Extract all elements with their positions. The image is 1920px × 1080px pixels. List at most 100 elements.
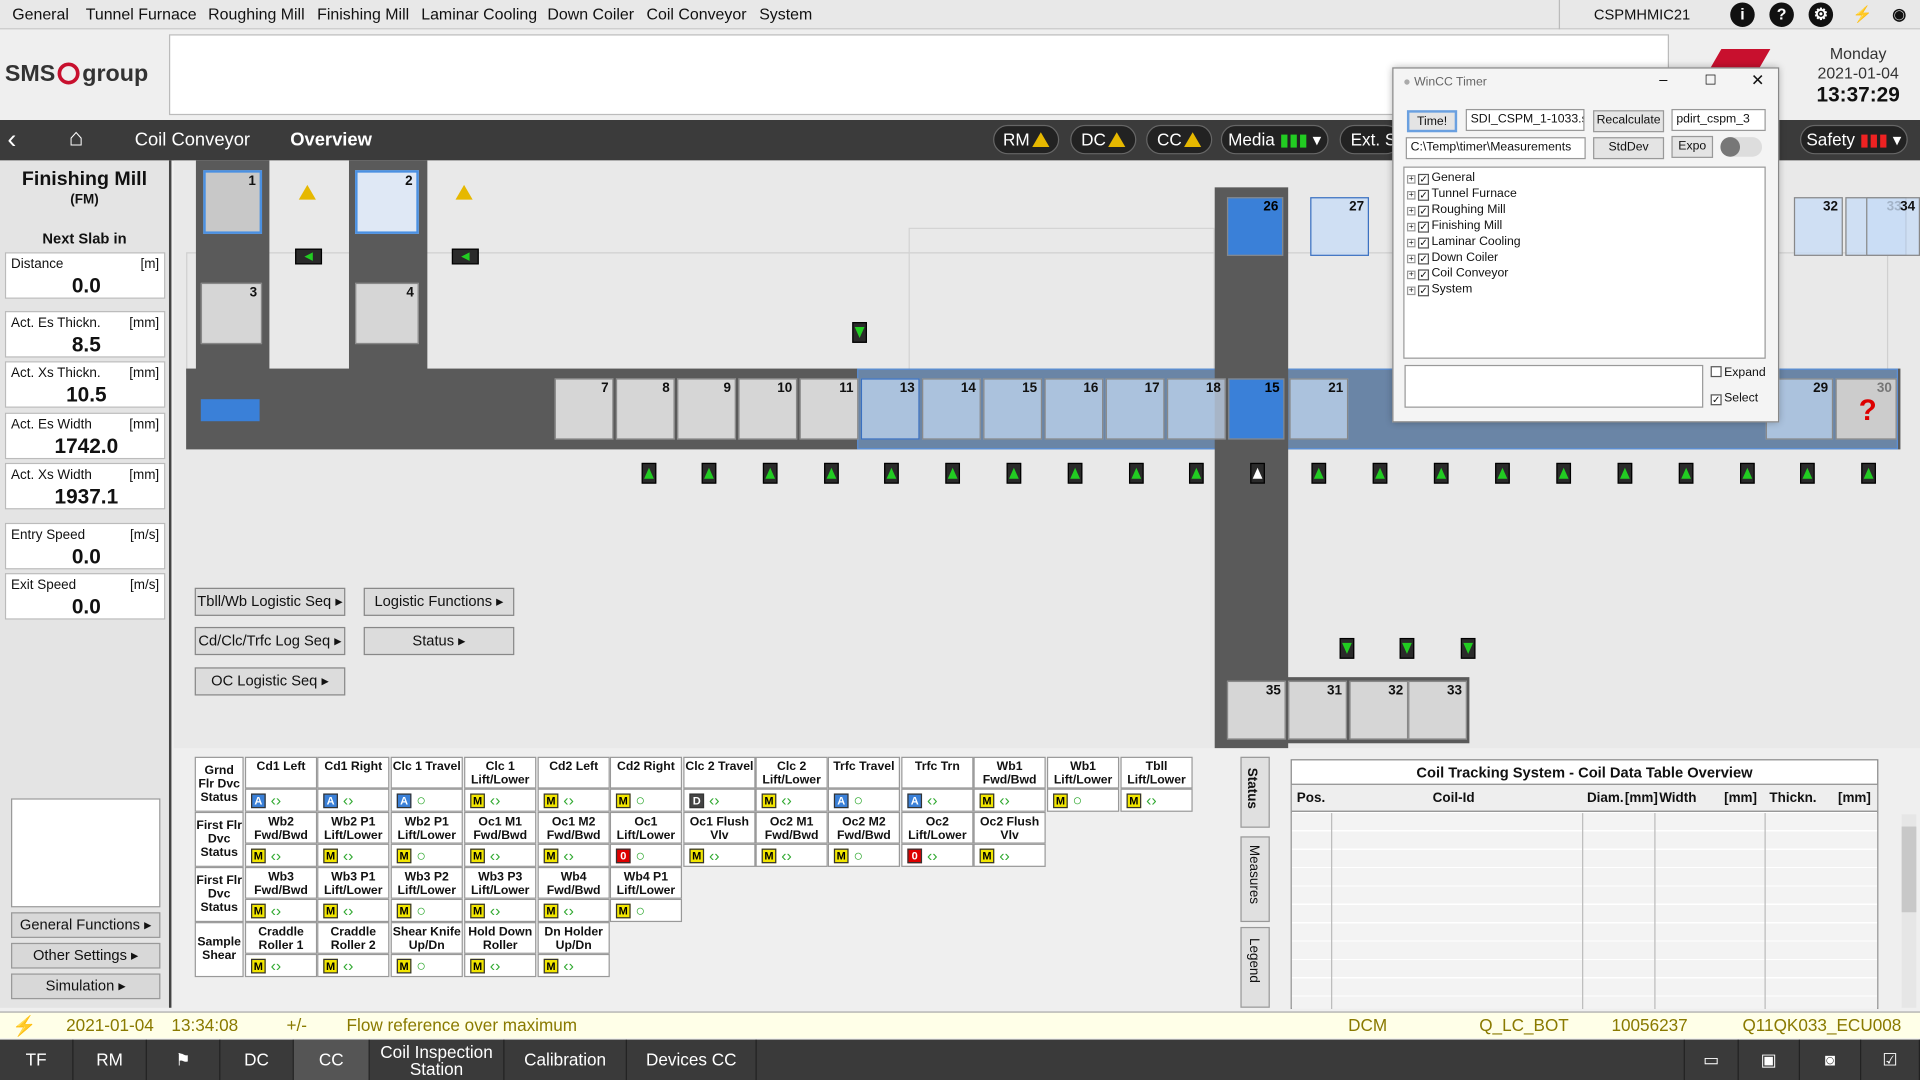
tab-status[interactable]: Status bbox=[1240, 756, 1270, 828]
stddev-button[interactable]: StdDev bbox=[1593, 137, 1665, 160]
device-status-cell[interactable]: M ‹› bbox=[244, 898, 318, 923]
coil-position-32[interactable]: 32 bbox=[1793, 197, 1843, 256]
dc-status-pill[interactable]: DC bbox=[1070, 124, 1137, 155]
coil-slot-15[interactable]: 15 bbox=[983, 378, 1043, 440]
device-status-cell[interactable]: M ‹› bbox=[755, 788, 828, 812]
coil-position-4[interactable]: 4 bbox=[355, 282, 419, 345]
general-functions-button[interactable]: General Functions ▸ bbox=[11, 912, 161, 938]
transfer-car[interactable] bbox=[200, 399, 260, 422]
coil-position-34[interactable]: 34 bbox=[1866, 197, 1920, 256]
device-status-cell[interactable]: M ‹› bbox=[464, 843, 537, 867]
coil-position-33b[interactable]: 33 bbox=[1408, 680, 1467, 740]
tab-coil-inspection-station[interactable]: Coil Inspection Station bbox=[370, 1039, 505, 1080]
device-status-cell[interactable]: 0 ○ bbox=[609, 843, 683, 867]
coil-slot-21[interactable]: 21 bbox=[1289, 378, 1349, 440]
device-status-cell[interactable]: M ‹› bbox=[317, 953, 390, 978]
tree-item-coil-conveyor[interactable]: + ✓ Coil Conveyor bbox=[1406, 267, 1508, 281]
select-checkbox[interactable]: ✓ Select bbox=[1710, 392, 1758, 406]
coil-slot-18[interactable]: 18 bbox=[1166, 378, 1226, 440]
coil-slot-14[interactable]: 14 bbox=[922, 378, 981, 440]
menu-system[interactable]: System bbox=[759, 5, 812, 23]
recalculate-button[interactable]: Recalculate bbox=[1593, 110, 1665, 133]
sql-file-field[interactable]: SDI_CSPM_1-1033.sql bbox=[1465, 108, 1585, 132]
tab-tf[interactable]: TF bbox=[0, 1039, 74, 1080]
flag-icon[interactable]: ⚑ bbox=[147, 1039, 221, 1080]
device-status-cell[interactable]: A ‹› bbox=[901, 788, 974, 812]
device-status-cell[interactable]: M ‹› bbox=[683, 843, 756, 867]
menu-finishing-mill[interactable]: Finishing Mill bbox=[317, 5, 409, 23]
status-button[interactable]: Status ▸ bbox=[363, 626, 515, 656]
coil-slot-7[interactable]: 7 bbox=[554, 378, 614, 440]
other-settings-button[interactable]: Other Settings ▸ bbox=[11, 942, 161, 969]
device-status-cell[interactable]: 0 ‹› bbox=[901, 843, 974, 867]
path-field[interactable]: C:\Temp\timer\Measurements bbox=[1405, 137, 1586, 160]
device-status-cell[interactable]: M ○ bbox=[609, 898, 683, 923]
scrollbar[interactable] bbox=[1901, 814, 1917, 1008]
eye-icon[interactable]: ◉ bbox=[1887, 2, 1911, 26]
device-status-cell[interactable]: M ‹› bbox=[244, 843, 318, 867]
device-status-cell[interactable]: M ‹› bbox=[1120, 788, 1193, 812]
coil-position-35[interactable]: 35 bbox=[1226, 680, 1286, 740]
media-pill[interactable]: Media ▮▮▮ ▾ bbox=[1220, 124, 1329, 155]
camera-icon[interactable]: ◙ bbox=[1800, 1039, 1862, 1080]
tree-item-laminar-cooling[interactable]: + ✓ Laminar Cooling bbox=[1406, 235, 1521, 249]
menu-general[interactable]: General bbox=[12, 5, 69, 23]
tree-item-general[interactable]: + ✓ General bbox=[1406, 171, 1475, 185]
device-status-cell[interactable]: M ○ bbox=[1046, 788, 1120, 812]
device-status-cell[interactable]: M ‹› bbox=[537, 843, 610, 867]
logistic-functions-button[interactable]: Logistic Functions ▸ bbox=[363, 587, 515, 616]
tab-cc[interactable]: CC bbox=[293, 1039, 370, 1080]
device-status-cell[interactable]: M ○ bbox=[827, 843, 901, 867]
tab-calibration[interactable]: Calibration bbox=[504, 1039, 627, 1080]
remote-screen-icon[interactable]: ▣ bbox=[1739, 1039, 1801, 1080]
lightning-icon[interactable]: ⚡ bbox=[1850, 2, 1874, 26]
coil-slot-30[interactable]: 30? bbox=[1835, 378, 1897, 440]
device-status-cell[interactable]: M ‹› bbox=[464, 788, 537, 812]
device-status-cell[interactable]: M ‹› bbox=[973, 788, 1046, 812]
maximize-icon[interactable]: ☐ bbox=[1705, 72, 1717, 88]
device-status-cell[interactable]: M ‹› bbox=[317, 843, 390, 867]
coil-slot-8[interactable]: 8 bbox=[615, 378, 675, 440]
tree-item-down-coiler[interactable]: + ✓ Down Coiler bbox=[1406, 251, 1498, 265]
tab-measures[interactable]: Measures bbox=[1240, 836, 1270, 923]
coil-position-27[interactable]: 27 bbox=[1310, 197, 1369, 256]
help-icon[interactable]: ? bbox=[1769, 2, 1794, 27]
device-status-cell[interactable]: M ○ bbox=[390, 843, 463, 867]
device-status-cell[interactable]: M ○ bbox=[390, 898, 463, 923]
back-icon[interactable]: ‹ bbox=[7, 124, 16, 156]
coil-position-32b[interactable]: 32 bbox=[1349, 680, 1409, 740]
close-icon[interactable]: ✕ bbox=[1751, 71, 1764, 91]
device-status-cell[interactable]: M ‹› bbox=[317, 898, 390, 923]
tab-devices-cc[interactable]: Devices CC bbox=[627, 1039, 757, 1080]
coil-slot-10[interactable]: 10 bbox=[738, 378, 798, 440]
device-status-cell[interactable]: M ‹› bbox=[537, 898, 610, 923]
coil-slot-9[interactable]: 9 bbox=[677, 378, 736, 440]
alarm-bar[interactable]: ⚡ 2021-01-04 13:34:08 +/- Flow reference… bbox=[0, 1011, 1920, 1039]
coil-slot-11[interactable]: 11 bbox=[799, 378, 859, 440]
coil-position-2[interactable]: 2 bbox=[355, 170, 419, 234]
menu-down-coiler[interactable]: Down Coiler bbox=[547, 5, 634, 23]
device-status-cell[interactable]: A ‹› bbox=[317, 788, 390, 812]
timer-output-box[interactable] bbox=[1404, 364, 1704, 408]
gear-icon[interactable]: ⚙ bbox=[1808, 2, 1834, 27]
menu-laminar-cooling[interactable]: Laminar Cooling bbox=[421, 5, 537, 23]
device-status-cell[interactable]: D ‹› bbox=[683, 788, 756, 812]
safety-pill[interactable]: Safety ▮▮▮ ▾ bbox=[1800, 124, 1908, 155]
oc-logistic-seq-button[interactable]: OC Logistic Seq ▸ bbox=[194, 667, 346, 696]
tree-item-roughing-mill[interactable]: + ✓ Roughing Mill bbox=[1406, 203, 1506, 217]
db-field[interactable]: pdirt_cspm_3 bbox=[1671, 108, 1766, 132]
device-status-cell[interactable]: A ‹› bbox=[244, 788, 318, 812]
coil-position-1[interactable]: 1 bbox=[203, 170, 263, 234]
coil-position-31[interactable]: 31 bbox=[1288, 680, 1347, 740]
breadcrumb-coil-conveyor[interactable]: Coil Conveyor bbox=[135, 130, 250, 151]
device-status-cell[interactable]: M ‹› bbox=[537, 953, 610, 978]
tab-legend[interactable]: Legend bbox=[1240, 926, 1270, 1008]
device-status-cell[interactable]: M ‹› bbox=[244, 953, 318, 978]
menu-tunnel-furnace[interactable]: Tunnel Furnace bbox=[86, 5, 197, 23]
info-icon[interactable]: i bbox=[1730, 2, 1755, 27]
device-status-cell[interactable]: M ○ bbox=[390, 953, 463, 978]
device-status-cell[interactable]: M ‹› bbox=[537, 788, 610, 812]
device-status-cell[interactable]: M ○ bbox=[609, 788, 683, 812]
checkbox-icon[interactable]: ☑ bbox=[1861, 1039, 1920, 1080]
device-status-cell[interactable]: A ○ bbox=[827, 788, 901, 812]
